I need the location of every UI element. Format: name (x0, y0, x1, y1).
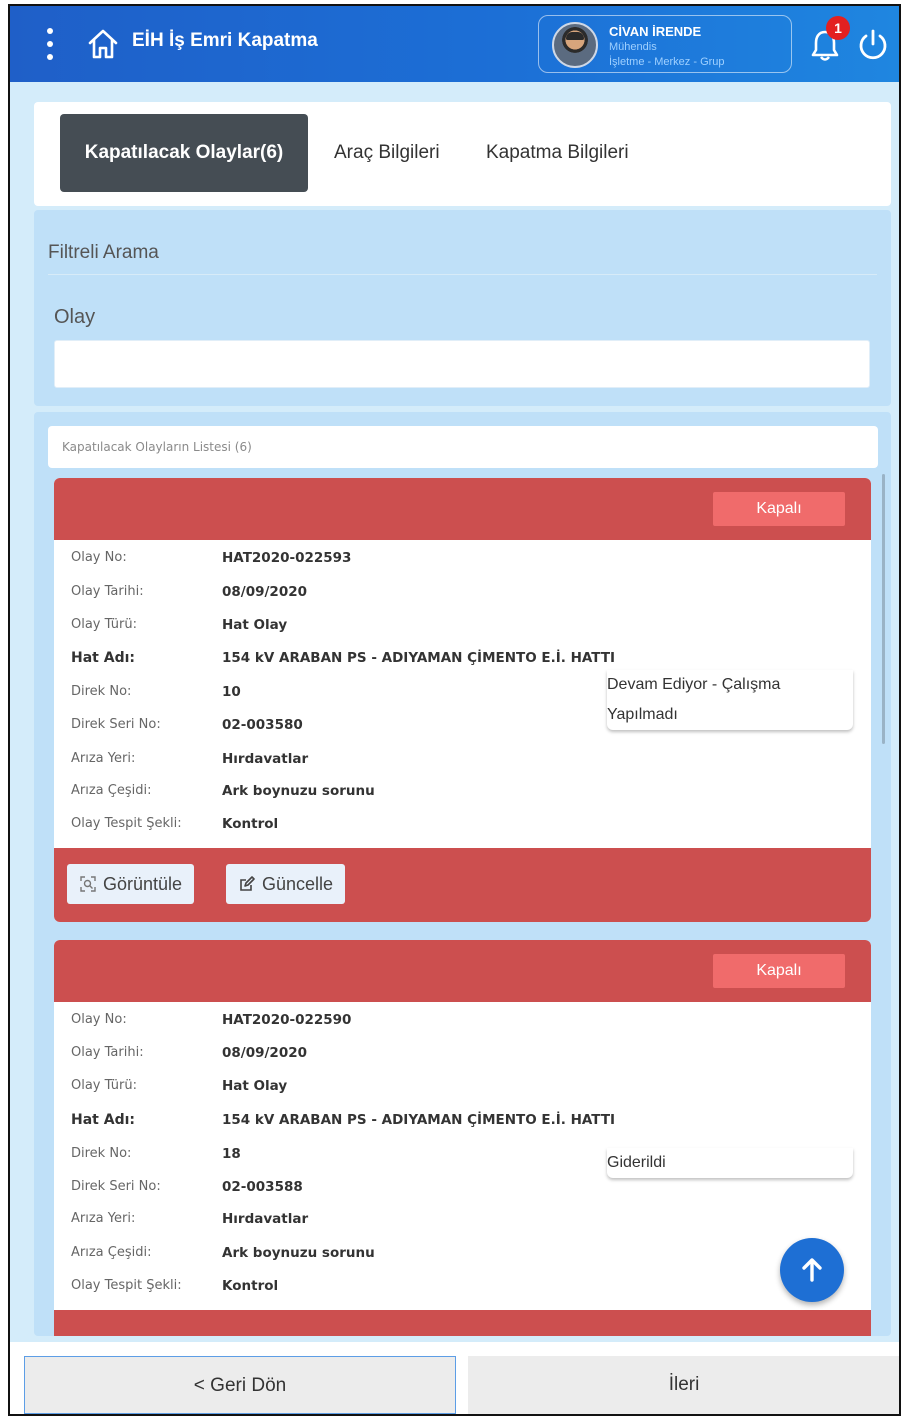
field-label: Olay Tespit Şekli: (71, 816, 182, 831)
field-value: Ark boynuzu sorunu (222, 783, 375, 799)
status-note-line: Yapılmadı (607, 706, 678, 723)
user-department: İşletme - Merkez - Grup (609, 56, 725, 68)
field-value: 08/09/2020 (222, 584, 308, 600)
user-name: CİVAN İRENDE (609, 24, 702, 39)
field-label: Direk Seri No: (71, 717, 161, 732)
view-button[interactable]: Görüntüle (67, 864, 195, 904)
field-label: Arıza Yeri: (71, 1211, 136, 1226)
avatar (552, 22, 598, 68)
olay-input[interactable] (54, 340, 870, 388)
card-header: Kapalı (54, 478, 871, 540)
field-label: Olay No: (71, 550, 127, 565)
tab-arac-bilgileri[interactable]: Araç Bilgileri (322, 114, 452, 192)
view-icon (80, 876, 96, 892)
olay-label: Olay (54, 306, 96, 328)
field-label: Arıza Çeşidi: (71, 783, 152, 798)
field-value: Hırdavatlar (222, 751, 309, 767)
field-value: 02-003588 (222, 1179, 303, 1195)
field-value: 154 kV ARABAN PS - ADIYAMAN ÇİMENTO E.İ.… (222, 650, 616, 666)
list-header: Kapatılacak Olayların Listesi (6) (48, 426, 878, 468)
field-value: 02-003580 (222, 717, 303, 733)
field-label: Olay Türü: (71, 617, 137, 632)
field-label: Direk No: (71, 1146, 132, 1161)
user-role: Mühendis (609, 41, 657, 53)
back-button[interactable]: < Geri Dön (24, 1356, 456, 1414)
status-note: Devam Ediyor - Çalışma Yapılmadı (607, 670, 853, 730)
field-value: 18 (222, 1146, 241, 1162)
field-label: Olay Tarihi: (71, 1045, 144, 1060)
field-label: Arıza Yeri: (71, 751, 136, 766)
field-value: HAT2020-022590 (222, 1012, 352, 1028)
field-label: Direk Seri No: (71, 1179, 161, 1194)
field-label: Hat Adı: (71, 650, 135, 666)
edit-icon (240, 876, 255, 891)
field-value: HAT2020-022593 (222, 550, 352, 566)
status-button[interactable]: Kapalı (713, 492, 845, 526)
app-title: EİH İş Emri Kapatma (132, 30, 318, 51)
status-button[interactable]: Kapalı (713, 954, 845, 988)
field-value: Hırdavatlar (222, 1211, 309, 1227)
card-body: Olay No: HAT2020-022590 Olay Tarihi: 08/09… (54, 1002, 871, 1310)
field-value: 10 (222, 684, 241, 700)
tab-bar: Kapatılacak Olaylar(6) Araç Bilgileri Ka… (34, 102, 891, 206)
card-body: Olay No: HAT2020-022593 Olay Tarihi: 08/09… (54, 540, 871, 848)
view-button-label: Görüntüle (103, 874, 183, 894)
status-note-line: Giderildi (607, 1154, 666, 1171)
field-value: Hat Olay (222, 1078, 288, 1094)
field-value: 08/09/2020 (222, 1045, 308, 1061)
app-header: EİH İş Emri Kapatma CİVAN İRENDE Mühendi… (10, 6, 899, 82)
field-label: Olay Tespit Şekli: (71, 1278, 182, 1293)
notification-badge: 1 (826, 16, 850, 40)
card-header: Kapalı (54, 940, 871, 1002)
field-label: Direk No: (71, 684, 132, 699)
tab-kapatilacak-olaylar[interactable]: Kapatılacak Olaylar(6) (60, 114, 308, 192)
event-card: Kapalı Olay No: HAT2020-022593 Olay Tarih… (54, 478, 871, 922)
event-card: Kapalı Olay No: HAT2020-022590 Olay Tarih… (54, 940, 871, 1336)
field-label: Olay Türü: (71, 1078, 137, 1093)
field-label: Arıza Çeşidi: (71, 1245, 152, 1260)
event-list: Kapatılacak Olayların Listesi (6) Kapalı… (34, 412, 891, 1336)
field-value: Kontrol (222, 816, 279, 832)
update-button-label: Güncelle (262, 874, 334, 894)
scrollbar[interactable] (882, 474, 885, 744)
field-label: Hat Adı: (71, 1112, 135, 1128)
field-label: Olay No: (71, 1012, 127, 1027)
field-value: Hat Olay (222, 617, 288, 633)
menu-dots-icon[interactable] (38, 24, 62, 64)
user-profile-card[interactable]: CİVAN İRENDE Mühendis İşletme - Merkez -… (538, 15, 792, 73)
update-button[interactable]: Güncelle (226, 864, 346, 904)
field-value: Kontrol (222, 1278, 279, 1294)
status-note: Giderildi (607, 1148, 853, 1178)
field-value: Ark boynuzu sorunu (222, 1245, 375, 1261)
status-note-line: Devam Ediyor - Çalışma (607, 676, 781, 693)
field-value: 154 kV ARABAN PS - ADIYAMAN ÇİMENTO E.İ.… (222, 1112, 616, 1128)
power-icon[interactable] (856, 28, 890, 62)
card-actions (54, 1310, 871, 1336)
tab-kapatma-bilgileri[interactable]: Kapatma Bilgileri (474, 114, 641, 192)
card-actions: Görüntüle Güncelle (54, 848, 871, 922)
home-icon[interactable] (85, 26, 121, 62)
filter-panel: Filtreli Arama Olay (34, 210, 891, 406)
filter-title: Filtreli Arama (48, 242, 159, 263)
field-label: Olay Tarihi: (71, 584, 144, 599)
app-frame: EİH İş Emri Kapatma CİVAN İRENDE Mühendi… (8, 4, 901, 1416)
bottom-nav: < Geri Dön İleri (10, 1342, 899, 1414)
next-button[interactable]: İleri (468, 1356, 899, 1414)
divider (48, 274, 877, 275)
arrow-up-icon (802, 1258, 822, 1282)
scroll-top-button[interactable] (780, 1238, 844, 1302)
